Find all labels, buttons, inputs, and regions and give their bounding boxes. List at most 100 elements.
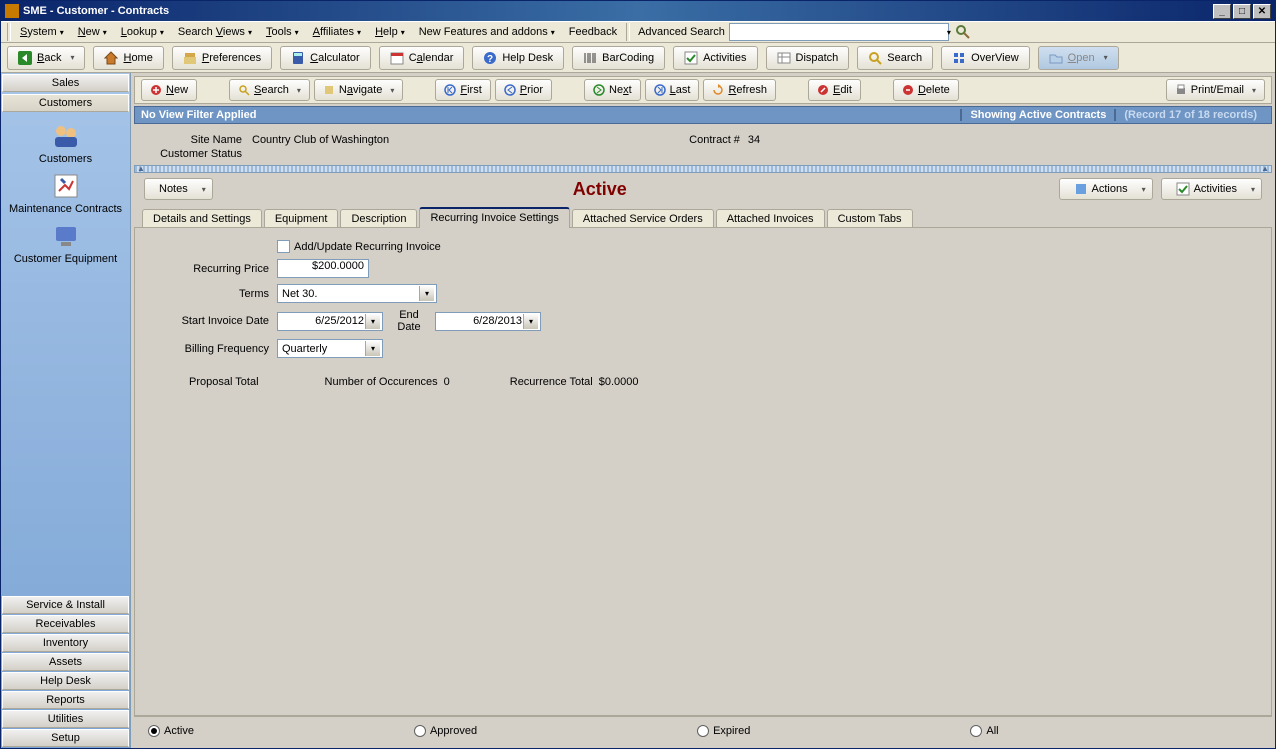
back-icon	[18, 51, 32, 65]
edit-button[interactable]: Edit	[808, 79, 861, 101]
sidebar-section-setup[interactable]: Setup	[2, 729, 129, 747]
overview-button[interactable]: OverView	[941, 46, 1029, 70]
help-icon: ?	[483, 51, 497, 65]
titlebar: SME - Customer - Contracts _ □ ✕	[1, 1, 1275, 21]
back-button[interactable]: Back	[7, 46, 85, 70]
svg-text:?: ?	[487, 54, 493, 65]
search-button[interactable]: Search	[857, 46, 933, 70]
radio-expired[interactable]: Expired	[697, 725, 750, 737]
add-update-label: Add/Update Recurring Invoice	[294, 241, 441, 253]
tab-service-orders[interactable]: Attached Service Orders	[572, 209, 714, 228]
proposal-total-label: Proposal Total	[189, 376, 259, 388]
menu-searchviews[interactable]: Search Views▾	[172, 24, 258, 40]
prior-button[interactable]: Prior	[495, 79, 552, 101]
advanced-search-dropdown[interactable]: ▾	[947, 28, 951, 37]
record-info: Site Name Country Club of Washington Con…	[134, 124, 1272, 164]
radio-icon	[970, 725, 982, 737]
maximize-button[interactable]: □	[1233, 4, 1251, 19]
sidebar-item-customers[interactable]: Customers	[1, 121, 130, 165]
sidebar-item-maintenance[interactable]: Maintenance Contracts	[1, 171, 130, 215]
menu-newfeatures[interactable]: New Features and addons▾	[413, 24, 561, 40]
end-date-input[interactable]: 6/28/2013	[435, 312, 541, 331]
tab-details[interactable]: Details and Settings	[142, 209, 262, 228]
print-email-button[interactable]: Print/Email	[1166, 79, 1265, 101]
sidebar-section-reports[interactable]: Reports	[2, 691, 129, 709]
actions-dropdown[interactable]: Actions	[1059, 178, 1153, 200]
main-toolbar: Back Home Preferences Calculator Calenda…	[1, 43, 1275, 73]
window-title: SME - Customer - Contracts	[23, 5, 169, 17]
sidebar-section-inventory[interactable]: Inventory	[2, 634, 129, 652]
advanced-search-input[interactable]	[729, 23, 949, 41]
sidebar-section-sales[interactable]: Sales	[2, 74, 129, 92]
price-input[interactable]: $200.0000	[277, 259, 369, 278]
sidebar-item-equipment[interactable]: Customer Equipment	[1, 221, 130, 265]
sidebar-section-utilities[interactable]: Utilities	[2, 710, 129, 728]
record-counter: (Record 17 of 18 records)	[1114, 109, 1265, 121]
sidebar-section-receivables[interactable]: Receivables	[2, 615, 129, 633]
activities-button[interactable]: Activities	[673, 46, 757, 70]
close-button[interactable]: ✕	[1253, 4, 1271, 19]
app-icon	[5, 4, 19, 18]
preferences-icon	[183, 51, 197, 65]
customers-icon	[51, 121, 81, 151]
tab-custom[interactable]: Custom Tabs	[827, 209, 913, 228]
start-date-input[interactable]: 6/25/2012	[277, 312, 383, 331]
open-button[interactable]: Open	[1038, 46, 1119, 70]
calendar-button[interactable]: Calendar	[379, 46, 465, 70]
splitter-bar[interactable]	[134, 165, 1272, 173]
menu-system[interactable]: System▾	[14, 24, 70, 40]
menu-new[interactable]: New▾	[72, 24, 113, 40]
status-filter-radios: Active Approved Expired All	[134, 716, 1272, 745]
notes-dropdown[interactable]: Notes	[144, 178, 213, 200]
tab-panel: Add/Update Recurring Invoice Recurring P…	[134, 227, 1272, 716]
menu-lookup[interactable]: Lookup▾	[115, 24, 170, 40]
contract-status: Active	[573, 179, 627, 200]
sidebar-section-assets[interactable]: Assets	[2, 653, 129, 671]
helpdesk-button[interactable]: ? Help Desk	[472, 46, 564, 70]
magnifier-icon[interactable]	[955, 24, 971, 40]
nav-search-button[interactable]: Search	[229, 79, 310, 101]
tab-strip: Details and Settings Equipment Descripti…	[134, 206, 1272, 227]
calculator-button[interactable]: Calculator	[280, 46, 371, 70]
home-button[interactable]: Home	[93, 46, 163, 70]
minimize-button[interactable]: _	[1213, 4, 1231, 19]
navigate-button[interactable]: Navigate	[314, 79, 403, 101]
preferences-button[interactable]: Preferences	[172, 46, 272, 70]
new-button[interactable]: New	[141, 79, 197, 101]
first-button[interactable]: First	[435, 79, 490, 101]
radio-all[interactable]: All	[970, 725, 998, 737]
menu-feedback[interactable]: Feedback	[563, 24, 623, 40]
tab-invoices[interactable]: Attached Invoices	[716, 209, 825, 228]
barcoding-button[interactable]: BarCoding	[572, 46, 665, 70]
menu-tools[interactable]: Tools▾	[260, 24, 305, 40]
sidebar-section-helpdesk[interactable]: Help Desk	[2, 672, 129, 690]
add-update-checkbox[interactable]	[277, 240, 290, 253]
menu-affiliates[interactable]: Affiliates▾	[307, 24, 367, 40]
record-nav-toolbar: New Search Navigate First Prior Next Las…	[134, 76, 1272, 104]
last-button[interactable]: Last	[645, 79, 700, 101]
frequency-dropdown[interactable]: Quarterly	[277, 339, 383, 358]
activities-small-icon	[1176, 182, 1190, 196]
contract-value: 34	[748, 134, 760, 146]
sidebar-item-label: Customers	[1, 153, 130, 165]
overview-icon	[952, 51, 966, 65]
sidebar-section-customers[interactable]: Customers	[2, 94, 129, 112]
refresh-button[interactable]: Refresh	[703, 79, 776, 101]
menubar: System▾ New▾ Lookup▾ Search Views▾ Tools…	[1, 21, 1275, 43]
terms-dropdown[interactable]: Net 30.	[277, 284, 437, 303]
menu-help[interactable]: Help▾	[369, 24, 411, 40]
activities-dropdown[interactable]: Activities	[1161, 178, 1262, 200]
delete-button[interactable]: Delete	[893, 79, 959, 101]
tab-recurring[interactable]: Recurring Invoice Settings	[419, 207, 569, 228]
frequency-label: Billing Frequency	[149, 343, 269, 355]
radio-approved[interactable]: Approved	[414, 725, 477, 737]
sidebar-item-label: Maintenance Contracts	[1, 203, 130, 215]
radio-active[interactable]: Active	[148, 725, 194, 737]
tab-description[interactable]: Description	[340, 209, 417, 228]
next-button[interactable]: Next	[584, 79, 641, 101]
dispatch-button[interactable]: Dispatch	[766, 46, 850, 70]
tab-equipment[interactable]: Equipment	[264, 209, 339, 228]
sidebar-section-service[interactable]: Service & Install	[2, 596, 129, 614]
barcode-icon	[583, 51, 597, 65]
sidebar-item-label: Customer Equipment	[1, 253, 130, 265]
